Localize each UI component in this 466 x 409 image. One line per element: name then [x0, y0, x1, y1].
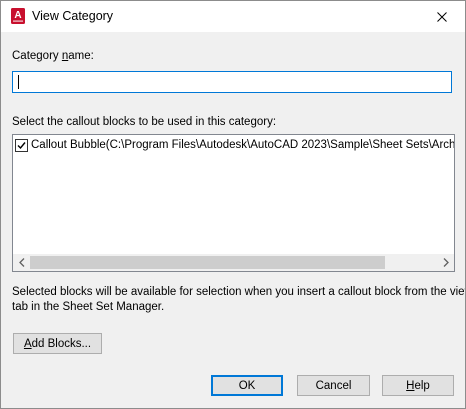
callout-bubble-checkbox[interactable]	[15, 138, 28, 152]
view-category-dialog: A View Category Category name: Select th…	[0, 0, 466, 409]
title-bar[interactable]: A View Category	[1, 1, 465, 32]
checkmark-icon	[17, 141, 26, 149]
dialog-title: View Category	[32, 9, 114, 23]
callout-bubble-label: Callout Bubble(C:\Program Files\Autodesk…	[31, 139, 455, 151]
horizontal-scrollbar[interactable]	[13, 254, 454, 271]
close-icon	[437, 11, 447, 22]
info-text-line2: tab in the Sheet Set Manager.	[12, 301, 165, 313]
callout-blocks-list[interactable]: Callout Bubble(C:\Program Files\Autodesk…	[12, 134, 455, 272]
cancel-button[interactable]: Cancel	[297, 375, 370, 396]
scroll-right-button[interactable]	[437, 254, 454, 271]
add-blocks-button[interactable]: Add Blocks...	[13, 333, 102, 354]
scrollbar-thumb[interactable]	[30, 256, 385, 269]
category-name-input[interactable]	[12, 71, 452, 93]
list-item[interactable]: Callout Bubble(C:\Program Files\Autodesk…	[15, 137, 455, 153]
close-button[interactable]	[419, 1, 465, 32]
chevron-left-icon	[18, 258, 24, 267]
help-button[interactable]: Help	[382, 375, 454, 396]
chevron-right-icon	[443, 258, 449, 267]
text-caret	[18, 75, 19, 89]
category-name-label: Category name:	[12, 50, 94, 62]
app-icon-letter: A	[14, 10, 21, 21]
ok-button[interactable]: OK	[211, 375, 283, 396]
autocad-app-icon: A	[11, 8, 25, 24]
info-text-line1: Selected blocks will be available for se…	[12, 286, 466, 298]
callout-blocks-label: Select the callout blocks to be used in …	[12, 116, 277, 128]
scroll-left-button[interactable]	[13, 254, 30, 271]
